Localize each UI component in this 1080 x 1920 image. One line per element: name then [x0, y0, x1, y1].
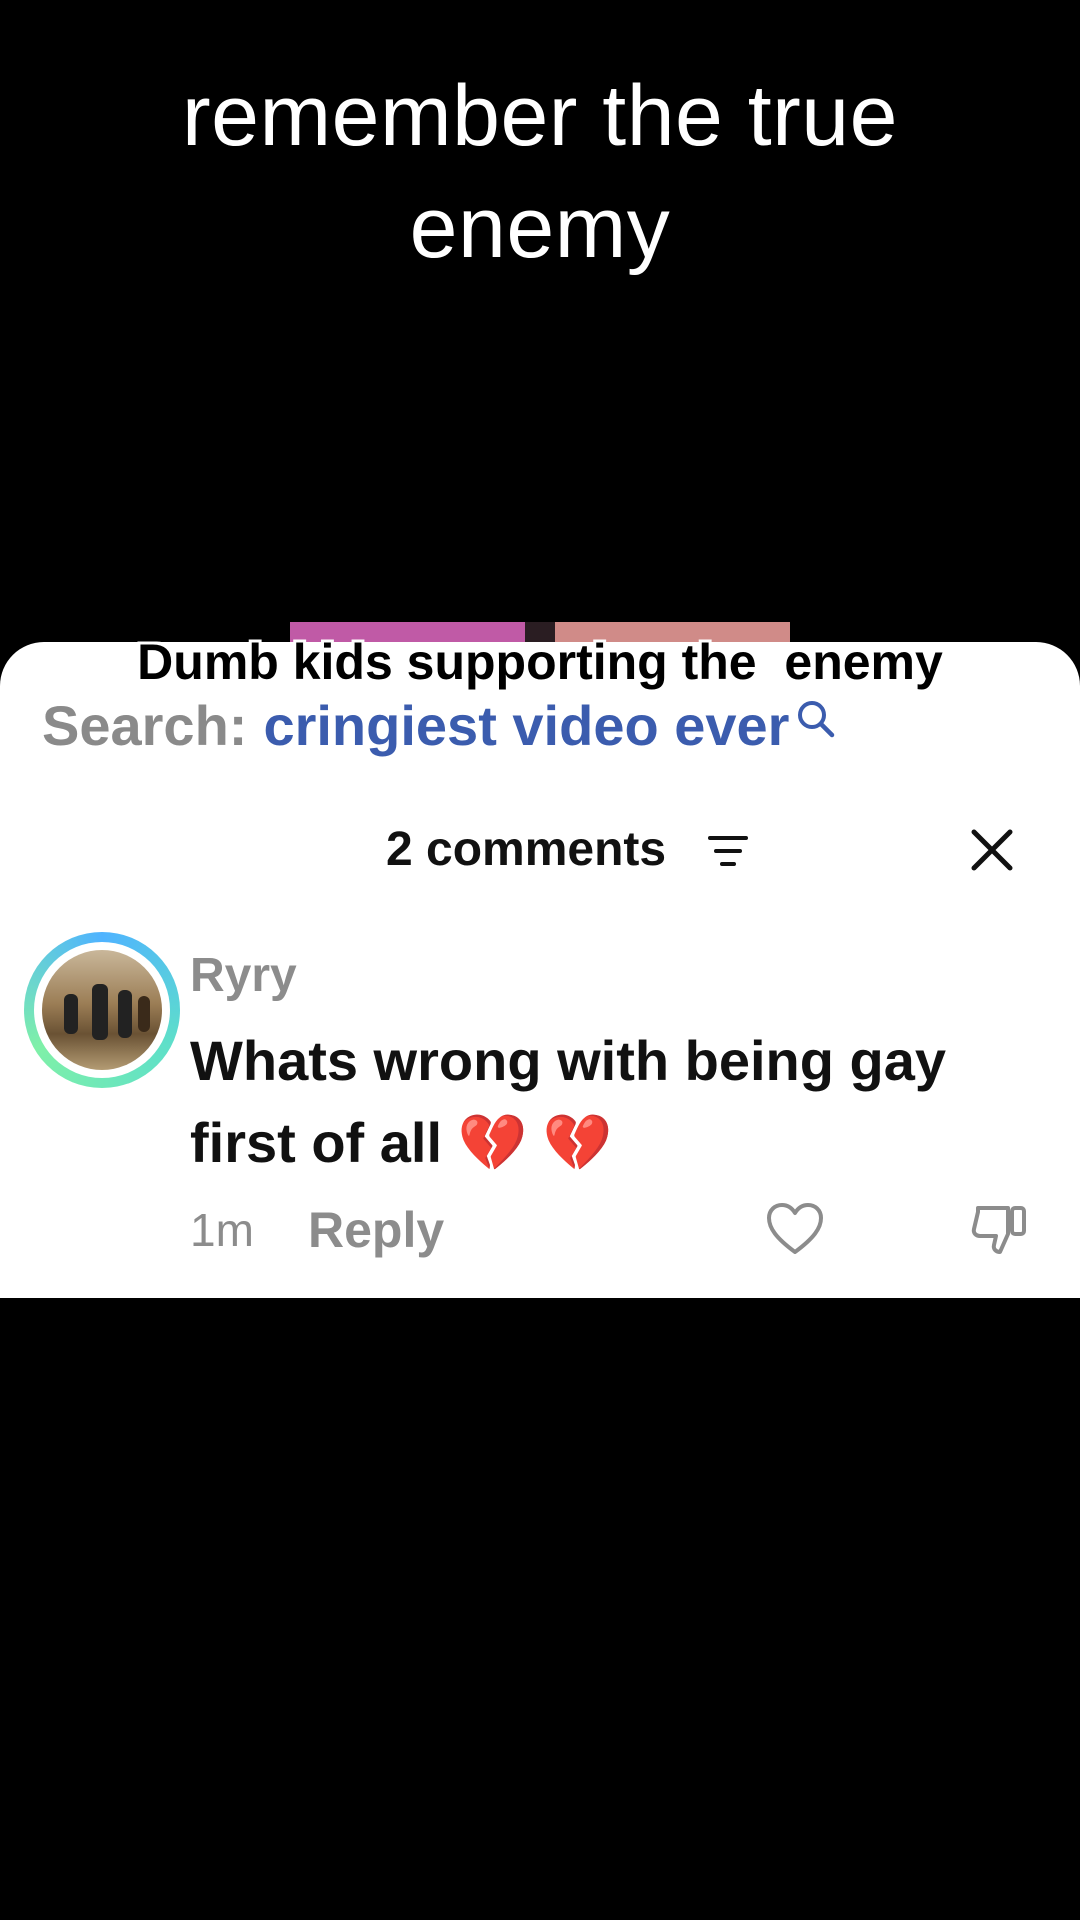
sort-icon[interactable]	[708, 834, 748, 868]
avatar[interactable]	[24, 932, 180, 1088]
comment-timestamp: 1m	[190, 1204, 254, 1256]
overlay-caption-line-1: remember the true	[182, 68, 898, 164]
overlay-caption-line-2: enemy	[409, 180, 671, 276]
comment-text: Whats wrong with being gay first of all …	[190, 1020, 1040, 1184]
comment-actions: 1m Reply	[190, 1200, 1050, 1260]
video-subtitle: Dumb kids supporting the enemy	[137, 634, 943, 690]
search-icon[interactable]	[795, 698, 835, 738]
close-icon[interactable]	[968, 826, 1016, 874]
reply-button[interactable]: Reply	[308, 1200, 444, 1260]
comment-item: Ryry Whats wrong with being gay first of…	[0, 928, 1080, 1268]
search-prefix: Search:	[42, 694, 248, 757]
comment-text-line-1: Whats wrong with being gay	[190, 1029, 946, 1092]
search-query-link[interactable]: cringiest video ever	[263, 694, 789, 758]
comments-header: 2 comments	[0, 820, 1080, 880]
comments-count-title: 2 comments	[386, 823, 667, 876]
video-page: remember the true enemy Dumb kids suppor…	[0, 0, 1080, 1920]
thumbs-down-icon[interactable]	[970, 1200, 1028, 1258]
search-suggestion[interactable]: Search: cringiest video ever	[42, 694, 835, 758]
comment-username[interactable]: Ryry	[190, 946, 297, 1006]
heart-icon[interactable]	[766, 1202, 824, 1256]
comment-text-line-2: first of all 💔 💔	[190, 1111, 613, 1174]
avatar-image	[42, 950, 162, 1070]
video-overlay-caption: remember the true enemy	[0, 60, 1080, 284]
